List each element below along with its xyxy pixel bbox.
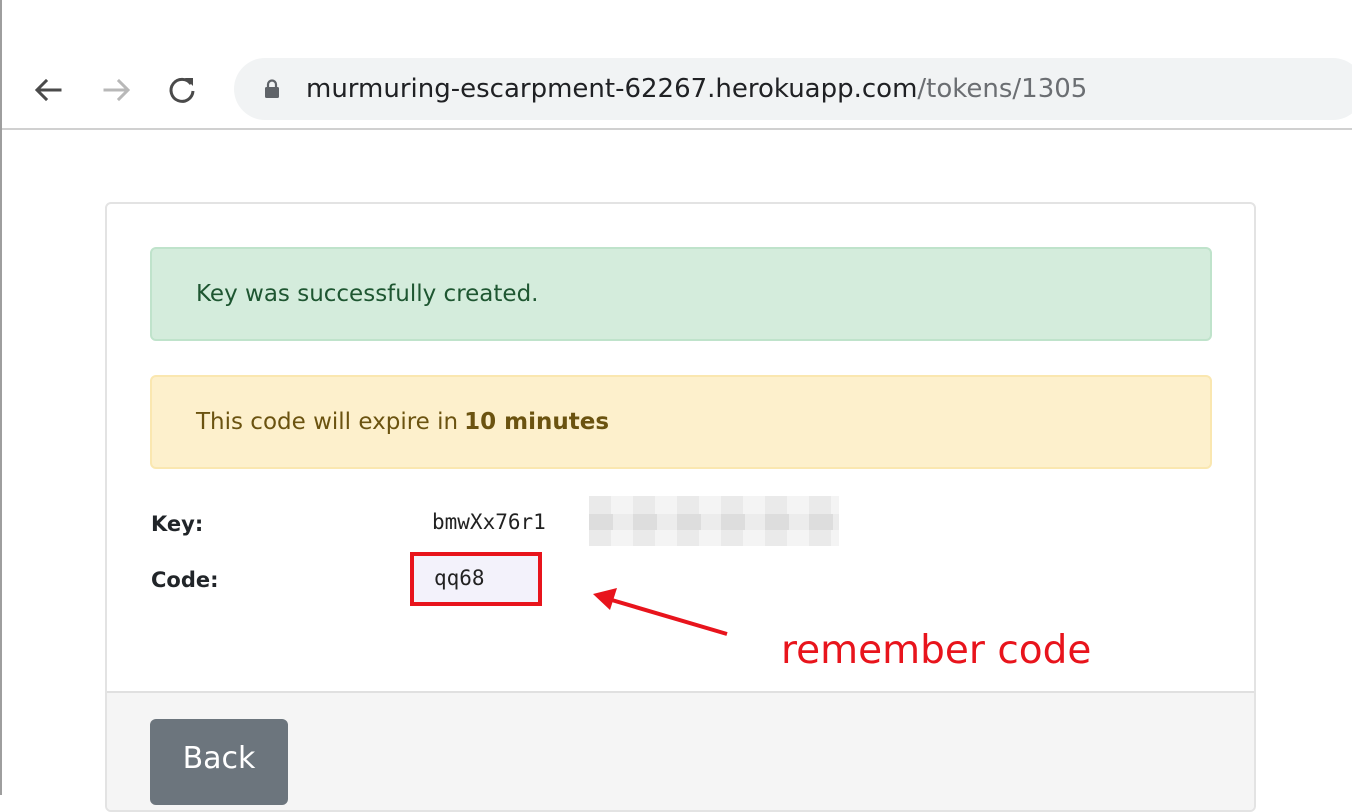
code-highlight-box: qq68 <box>410 552 542 606</box>
success-alert-text: Key was successfully created. <box>196 281 539 307</box>
lock-icon <box>264 78 280 100</box>
remember-code-annotation: remember code <box>781 628 1092 673</box>
code-label: Code: <box>151 568 219 592</box>
browser-toolbar: murmuring-escarpment-62267.herokuapp.com… <box>2 0 1352 130</box>
arrow-right-icon <box>103 78 131 102</box>
card-footer: Back <box>107 691 1254 810</box>
success-alert: Key was successfully created. <box>150 247 1212 341</box>
redacted-key-blur <box>589 496 839 546</box>
expiry-warning-alert: This code will expire in 10 minutes <box>150 375 1212 469</box>
key-label: Key: <box>151 512 204 536</box>
key-value: bmwXx76r1 <box>432 510 546 534</box>
url-text[interactable]: murmuring-escarpment-62267.herokuapp.com… <box>306 74 1087 104</box>
browser-reload-button[interactable] <box>162 70 202 110</box>
reload-icon <box>169 77 195 103</box>
token-card: Key was successfully created. This code … <box>105 202 1256 812</box>
browser-back-button[interactable] <box>28 70 68 110</box>
url-path: /tokens/1305 <box>917 74 1088 104</box>
back-button[interactable]: Back <box>150 719 288 805</box>
warning-alert-text: This code will expire in <box>196 409 459 435</box>
arrow-left-icon <box>34 78 62 102</box>
browser-forward-button[interactable] <box>97 70 137 110</box>
code-value: qq68 <box>434 566 485 590</box>
address-bar[interactable]: murmuring-escarpment-62267.herokuapp.com… <box>234 58 1352 120</box>
url-host: murmuring-escarpment-62267.herokuapp.com <box>306 74 918 104</box>
warning-alert-emphasis: 10 minutes <box>464 409 610 435</box>
annotation-arrow-icon <box>593 588 728 636</box>
